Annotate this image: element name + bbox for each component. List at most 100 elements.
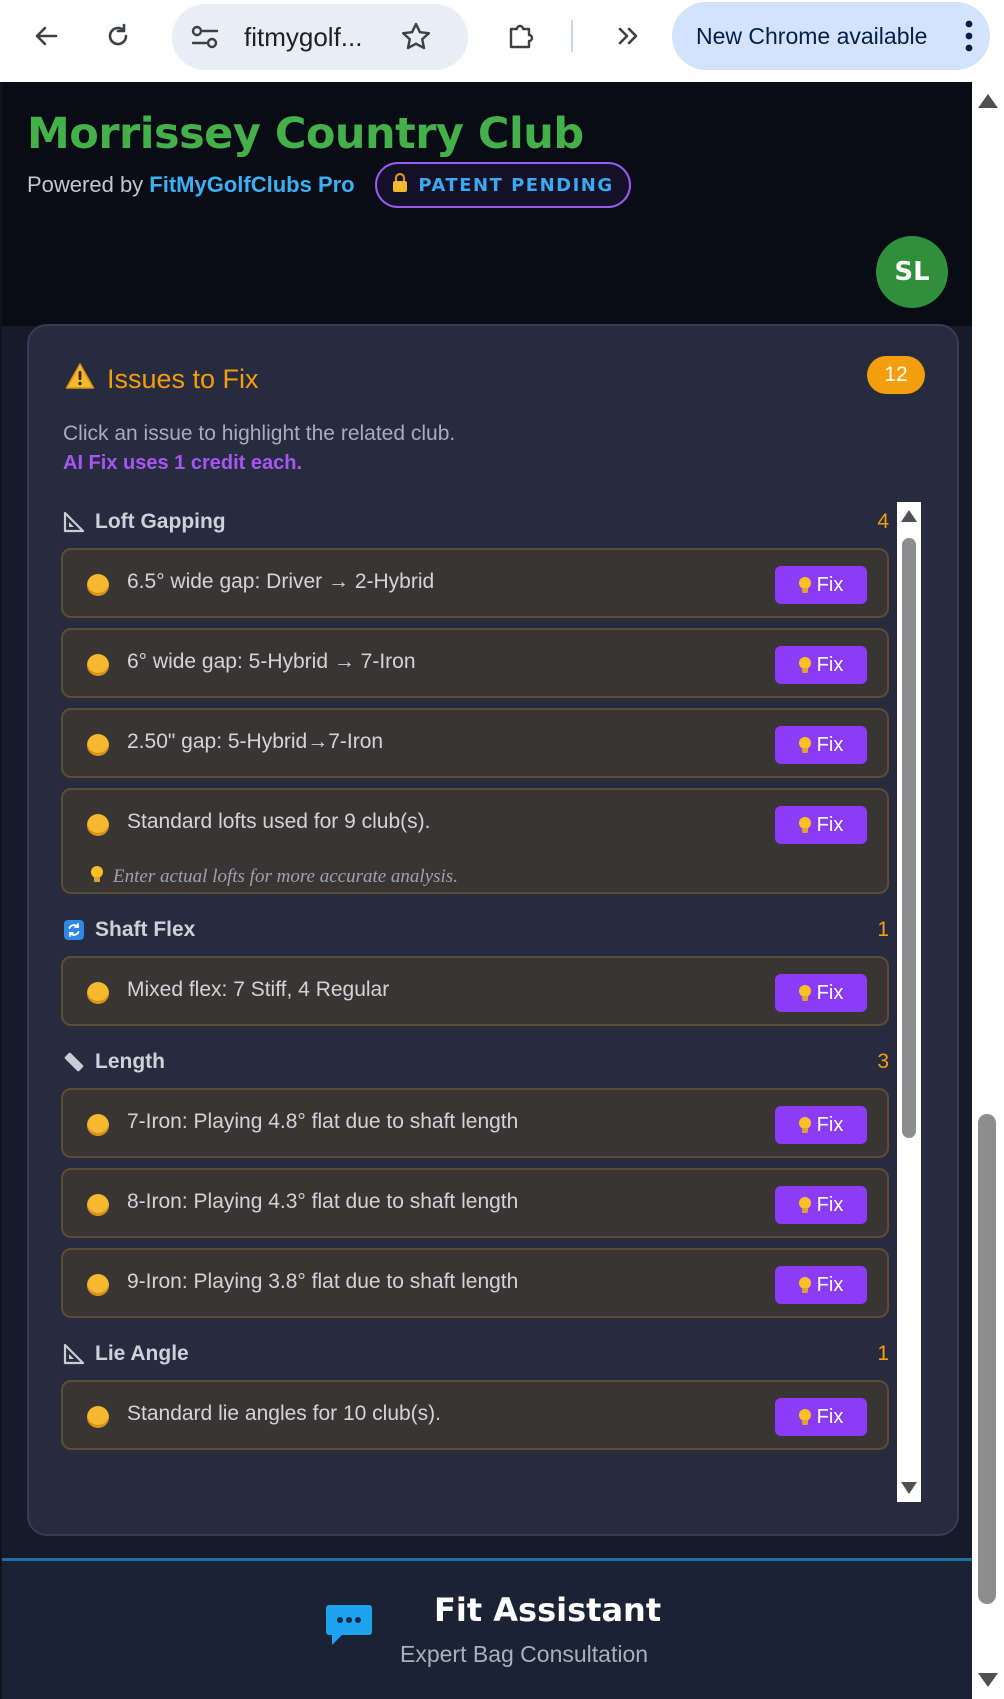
ruler-icon xyxy=(61,1049,87,1075)
issue-item[interactable]: 2.50" gap: 5-Hybrid→7-Iron Fix xyxy=(61,708,889,778)
issue-item[interactable]: 7-Iron: Playing 4.8° flat due to shaft l… xyxy=(61,1088,889,1158)
lightbulb-icon xyxy=(798,984,811,1002)
issue-text: 7-Iron: Playing 4.8° flat due to shaft l… xyxy=(127,1110,519,1133)
fix-label: Fix xyxy=(816,1193,844,1216)
extensions-icon[interactable] xyxy=(501,16,541,56)
panel-title: Issues to Fix xyxy=(65,362,259,397)
issue-text: 6° wide gap: 5-Hybrid → 7-Iron xyxy=(127,650,416,673)
issues-panel: Issues to Fix 12 Click an issue to highl… xyxy=(27,324,959,1536)
triangle-ruler-icon xyxy=(61,1341,87,1367)
fix-button[interactable]: Fix xyxy=(775,974,867,1012)
patent-pending-badge: PATENT PENDING xyxy=(375,162,631,208)
section-count: 1 xyxy=(877,918,889,941)
fix-label: Fix xyxy=(816,981,844,1004)
page-scrollbar-thumb[interactable] xyxy=(978,1114,996,1604)
fix-label: Fix xyxy=(816,733,844,756)
lightbulb-icon xyxy=(798,736,811,754)
chevron-double-right-icon[interactable] xyxy=(608,16,648,56)
warning-dot-icon xyxy=(87,1114,109,1136)
warning-dot-icon xyxy=(87,982,109,1004)
update-label: New Chrome available xyxy=(696,23,928,49)
issue-item[interactable]: Mixed flex: 7 Stiff, 4 Regular Fix xyxy=(61,956,889,1026)
page-scrollbar[interactable] xyxy=(972,82,1004,1699)
issue-text: 2.50" gap: 5-Hybrid→7-Iron xyxy=(127,730,384,753)
warning-dot-icon xyxy=(87,1194,109,1216)
lightbulb-icon xyxy=(798,656,811,674)
scroll-down-arrow-icon[interactable] xyxy=(901,1482,917,1494)
powered-prefix: Powered by xyxy=(27,172,150,197)
issue-item[interactable]: Standard lofts used for 9 club(s). Fix Ent… xyxy=(61,788,889,894)
issue-item[interactable]: 8-Iron: Playing 4.3° flat due to shaft l… xyxy=(61,1168,889,1238)
warning-dot-icon xyxy=(87,734,109,756)
back-arrow-icon[interactable] xyxy=(26,16,66,56)
section-count: 4 xyxy=(877,510,889,533)
avatar[interactable]: SL xyxy=(876,236,948,308)
brand-link[interactable]: FitMyGolfClubs Pro xyxy=(149,172,354,197)
app-header: Morrissey Country Club Powered by FitMyG… xyxy=(2,82,972,326)
url-text: fitmygolf... xyxy=(244,22,363,52)
issue-item[interactable]: 6.5° wide gap: Driver → 2-Hybrid Fix xyxy=(61,548,889,618)
new-chrome-available-button[interactable]: New Chrome available xyxy=(672,2,990,70)
section-header: Loft Gapping 4 xyxy=(61,502,889,542)
hint-text: Click an issue to highlight the related … xyxy=(63,422,456,445)
bookmark-star-icon[interactable] xyxy=(400,21,432,57)
address-bar[interactable]: fitmygolf... xyxy=(172,4,468,70)
section-label: Shaft Flex xyxy=(95,918,196,941)
fit-assistant-bar[interactable]: Fit Assistant Expert Bag Consultation xyxy=(2,1558,972,1699)
lightbulb-icon xyxy=(798,1196,811,1214)
fix-button[interactable]: Fix xyxy=(775,566,867,604)
more-menu-icon[interactable] xyxy=(964,16,974,56)
page-scroll-down-arrow-icon[interactable] xyxy=(978,1673,998,1687)
issues-scrollbar[interactable] xyxy=(897,502,921,1502)
page-content: Morrissey Country Club Powered by FitMyG… xyxy=(2,82,972,1699)
credit-note: AI Fix uses 1 credit each. xyxy=(63,452,302,474)
lightbulb-icon xyxy=(798,1116,811,1134)
warning-dot-icon xyxy=(87,574,109,596)
issue-text: 9-Iron: Playing 3.8° flat due to shaft l… xyxy=(127,1270,519,1293)
issue-text: Mixed flex: 7 Stiff, 4 Regular xyxy=(127,978,390,1001)
fix-button[interactable]: Fix xyxy=(775,726,867,764)
powered-by: Powered by FitMyGolfClubs Pro xyxy=(27,172,355,198)
site-settings-icon[interactable] xyxy=(190,24,220,54)
issue-subnote: Enter actual lofts for more accurate ana… xyxy=(113,866,458,887)
section-header: Lie Angle 1 xyxy=(61,1334,889,1374)
section-label: Loft Gapping xyxy=(95,510,226,533)
warning-dot-icon xyxy=(87,1274,109,1296)
panel-title-text: Issues to Fix xyxy=(107,364,259,394)
browser-toolbar: fitmygolf... New Chrome available xyxy=(0,0,1004,82)
fix-label: Fix xyxy=(816,1273,844,1296)
reload-icon[interactable] xyxy=(98,16,138,56)
fix-button[interactable]: Fix xyxy=(775,646,867,684)
fix-label: Fix xyxy=(816,1113,844,1136)
fix-label: Fix xyxy=(816,653,844,676)
issue-text: Standard lie angles for 10 club(s). xyxy=(127,1402,442,1425)
patent-label: PATENT PENDING xyxy=(418,174,614,196)
scrollbar-thumb[interactable] xyxy=(902,538,916,1138)
issue-item[interactable]: Standard lie angles for 10 club(s). Fix xyxy=(61,1380,889,1450)
section-count: 3 xyxy=(877,1050,889,1073)
lightbulb-icon xyxy=(798,1408,811,1426)
lightbulb-icon xyxy=(91,866,103,888)
club-title: Morrissey Country Club xyxy=(27,109,584,159)
issue-text: 8-Iron: Playing 4.3° flat due to shaft l… xyxy=(127,1190,519,1213)
fix-button[interactable]: Fix xyxy=(775,806,867,844)
scroll-up-arrow-icon[interactable] xyxy=(901,510,917,522)
fix-label: Fix xyxy=(816,1405,844,1428)
fix-button[interactable]: Fix xyxy=(775,1106,867,1144)
section-label: Lie Angle xyxy=(95,1342,189,1365)
issue-item[interactable]: 9-Iron: Playing 3.8° flat due to shaft l… xyxy=(61,1248,889,1318)
page-scroll-up-arrow-icon[interactable] xyxy=(978,94,998,108)
issue-text: 6.5° wide gap: Driver → 2-Hybrid xyxy=(127,570,435,593)
section-label: Length xyxy=(95,1050,165,1073)
fix-button[interactable]: Fix xyxy=(775,1186,867,1224)
triangle-ruler-icon xyxy=(61,509,87,535)
fix-button[interactable]: Fix xyxy=(775,1266,867,1304)
fix-button[interactable]: Fix xyxy=(775,1398,867,1436)
issue-item[interactable]: 6° wide gap: 5-Hybrid → 7-Iron Fix xyxy=(61,628,889,698)
warning-dot-icon xyxy=(87,654,109,676)
issue-text: Standard lofts used for 9 club(s). xyxy=(127,810,431,833)
lock-icon xyxy=(392,172,408,198)
fit-assistant-title: Fit Assistant xyxy=(434,1591,662,1629)
issues-list[interactable]: Loft Gapping 4 6.5° wide gap: Driver → 2-H… xyxy=(61,502,921,1502)
warning-dot-icon xyxy=(87,814,109,836)
